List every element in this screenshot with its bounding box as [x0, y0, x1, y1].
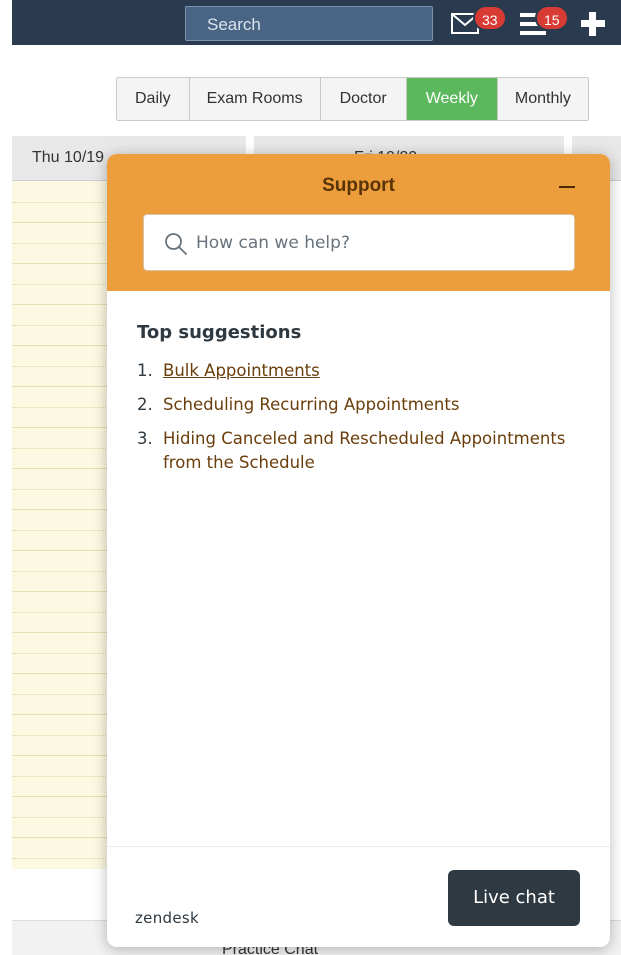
suggestion-link-hiding-canceled[interactable]: Hiding Canceled and Rescheduled Appointm…	[163, 429, 565, 472]
calendar-slot-divider	[12, 673, 108, 674]
calendar-slot-divider	[12, 652, 108, 654]
live-chat-button[interactable]: Live chat	[448, 870, 580, 926]
suggestion-number: 2.	[137, 395, 153, 414]
calendar-slot-divider	[12, 529, 108, 531]
calendar-slot-divider	[12, 427, 108, 428]
help-search-input[interactable]	[196, 229, 556, 257]
calendar-slot-divider	[12, 345, 108, 346]
calendar-slot-divider	[12, 222, 108, 223]
calendar-slot-divider	[12, 550, 108, 551]
calendar-slot-divider	[12, 324, 108, 326]
calendar-slot-divider	[12, 468, 108, 469]
list-item: 2. Scheduling Recurring Appointments	[137, 393, 577, 417]
calendar-slot-divider	[12, 734, 108, 736]
tab-exam-rooms[interactable]: Exam Rooms	[189, 78, 321, 120]
support-widget-title: Support	[322, 175, 395, 196]
suggestion-link-recurring-appointments[interactable]: Scheduling Recurring Appointments	[163, 395, 459, 414]
calendar-slot-divider	[12, 837, 108, 838]
calendar-slot-divider	[12, 488, 108, 490]
suggestion-link-bulk-appointments[interactable]: Bulk Appointments	[163, 361, 320, 380]
calendar-slot-divider	[12, 201, 108, 203]
plus-icon[interactable]	[579, 10, 607, 38]
calendar-slot-divider	[12, 775, 108, 777]
calendar-slot-divider	[12, 406, 108, 408]
calendar-day-column[interactable]	[12, 181, 108, 869]
calendar-slot-divider	[12, 857, 108, 859]
help-search-field[interactable]	[143, 214, 575, 271]
support-widget: Support Top suggestions 1. Bulk Appointm…	[107, 154, 610, 947]
tasks-count-badge: 15	[535, 5, 569, 31]
calendar-slot-divider	[12, 386, 108, 387]
calendar-slot-divider	[12, 304, 108, 305]
calendar-slot-divider	[12, 632, 108, 633]
top-suggestions-heading: Top suggestions	[137, 322, 302, 343]
suggestions-list: 1. Bulk Appointments 2. Scheduling Recur…	[137, 359, 577, 485]
calendar-slot-divider	[12, 816, 108, 818]
tab-daily[interactable]: Daily	[117, 78, 190, 120]
minimize-icon[interactable]	[555, 174, 579, 198]
support-widget-header: Support	[107, 154, 610, 291]
calendar-slot-divider	[12, 714, 108, 715]
suggestion-number: 3.	[137, 429, 153, 448]
calendar-slot-divider	[12, 591, 108, 592]
tab-doctor[interactable]: Doctor	[320, 78, 407, 120]
calendar-slot-divider	[12, 796, 108, 797]
calendar-slot-divider	[12, 509, 108, 510]
calendar-slot-divider	[12, 693, 108, 695]
support-widget-footer: zendesk Live chat	[107, 846, 610, 947]
list-item: 3. Hiding Canceled and Rescheduled Appoi…	[137, 427, 577, 475]
calendar-slot-divider	[12, 611, 108, 613]
calendar-slot-divider	[12, 365, 108, 367]
global-search-box[interactable]: Search	[185, 6, 433, 41]
calendar-slot-divider	[12, 242, 108, 244]
top-navigation-bar: Search 33 15	[12, 0, 621, 45]
suggestion-number: 1.	[137, 361, 153, 380]
global-search-label: Search	[207, 15, 261, 34]
list-item: 1. Bulk Appointments	[137, 359, 577, 383]
schedule-view-tabs: Daily Exam Rooms Doctor Weekly Monthly	[116, 77, 589, 121]
calendar-slot-divider	[12, 283, 108, 285]
mail-count-badge: 33	[473, 5, 507, 31]
calendar-slot-divider	[12, 570, 108, 572]
search-icon	[164, 232, 188, 261]
calendar-slot-divider	[12, 755, 108, 756]
zendesk-logo: zendesk	[135, 909, 199, 927]
calendar-slot-divider	[12, 447, 108, 449]
tab-monthly[interactable]: Monthly	[497, 78, 588, 120]
day-header-thu-label: Thu 10/19	[32, 149, 105, 166]
tab-weekly[interactable]: Weekly	[406, 78, 498, 120]
calendar-slot-divider	[12, 263, 108, 264]
